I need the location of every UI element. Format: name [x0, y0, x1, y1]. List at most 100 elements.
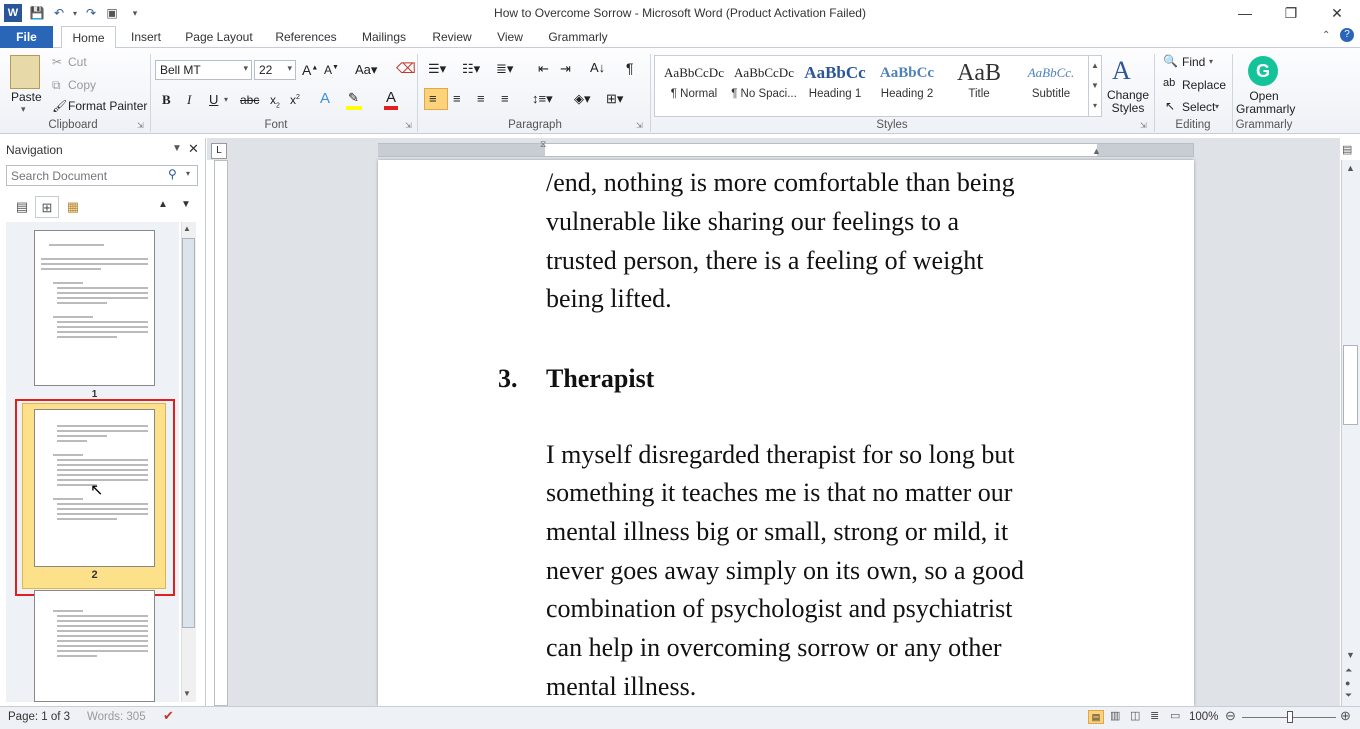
zoom-out-icon[interactable]: ⊖	[1225, 708, 1236, 724]
web-layout-icon[interactable]: ◫	[1130, 709, 1140, 722]
change-styles-icon[interactable]: A	[1112, 56, 1131, 86]
nav-options-dropdown-icon[interactable]: ▼	[172, 143, 182, 154]
italic-icon[interactable]: I	[187, 92, 191, 108]
align-right-icon[interactable]: ≡	[477, 91, 485, 106]
increase-indent-icon[interactable]: ⇥	[560, 61, 571, 77]
style-title[interactable]: AaB Title	[944, 58, 1014, 114]
find-button[interactable]: Find	[1182, 55, 1205, 69]
superscript-icon[interactable]: x2	[290, 93, 300, 107]
decrease-indent-icon[interactable]: ⇤	[538, 61, 549, 77]
font-name-combo[interactable]: Bell MT ▾	[155, 60, 252, 80]
clear-formatting-icon[interactable]: ⌫	[396, 60, 416, 77]
close-icon[interactable]: ✕	[1314, 0, 1360, 26]
right-indent-marker-icon[interactable]: ▲	[1092, 146, 1101, 156]
page-thumbnail[interactable]	[34, 590, 155, 702]
style-no-spacing[interactable]: AaBbCcDc ¶ No Spaci...	[728, 58, 800, 114]
clipboard-launcher-icon[interactable]: ⇲	[137, 121, 144, 130]
text-effects-icon[interactable]: A	[320, 90, 330, 107]
browse-results-icon[interactable]: ▦	[61, 196, 85, 218]
select-icon[interactable]: ↖	[1165, 99, 1175, 113]
font-size-combo[interactable]: 22 ▾	[254, 60, 296, 80]
word-count-status[interactable]: Words: 305	[87, 711, 146, 723]
format-painter-icon[interactable]: 🖌	[52, 99, 67, 113]
copy-icon[interactable]: ⧉	[52, 78, 61, 93]
font-color-icon[interactable]: A	[386, 89, 396, 106]
doc-scroll-thumb[interactable]	[1343, 345, 1358, 425]
subscript-icon[interactable]: x2	[270, 93, 280, 109]
numbering-icon[interactable]: ☷▾	[462, 61, 480, 77]
tab-grammarly[interactable]: Grammarly	[540, 26, 616, 48]
next-icon[interactable]: ▼	[181, 199, 191, 210]
shrink-font-icon[interactable]: A▼	[324, 63, 339, 77]
document-scrollbar[interactable]	[1341, 160, 1360, 706]
tab-file[interactable]: File	[0, 26, 53, 48]
search-dropdown-icon[interactable]: ▾	[186, 169, 190, 178]
help-icon[interactable]: ?	[1340, 28, 1354, 42]
show-formatting-icon[interactable]: ¶	[626, 60, 634, 76]
tab-insert[interactable]: Insert	[122, 26, 170, 48]
bullets-icon[interactable]: ☰▾	[428, 61, 446, 77]
outline-view-icon[interactable]: ≣	[1150, 709, 1159, 722]
find-dropdown-icon[interactable]: ▾	[1209, 57, 1213, 66]
restore-icon[interactable]: ❐	[1268, 0, 1314, 26]
zoom-level[interactable]: 100%	[1189, 711, 1218, 723]
full-screen-reading-icon[interactable]: ▥	[1110, 709, 1120, 722]
grammarly-icon[interactable]: G	[1248, 56, 1278, 86]
zoom-slider-thumb[interactable]	[1287, 711, 1293, 723]
previous-icon[interactable]: ▲	[158, 199, 168, 210]
tab-view[interactable]: View	[488, 26, 532, 48]
tab-review[interactable]: Review	[424, 26, 480, 48]
nav-scroll-down-icon[interactable]: ▼	[183, 689, 191, 698]
styles-launcher-icon[interactable]: ⇲	[1140, 121, 1147, 130]
zoom-in-icon[interactable]: ⊕	[1340, 708, 1351, 724]
find-icon[interactable]: 🔍	[1163, 54, 1178, 68]
nav-close-icon[interactable]: ✕	[188, 141, 199, 157]
browse-object-icon[interactable]: ●	[1345, 678, 1350, 688]
line-spacing-icon[interactable]: ↕≡▾	[532, 91, 553, 107]
align-left-icon[interactable]: ≡	[429, 91, 437, 106]
borders-icon[interactable]: ⊞▾	[606, 91, 623, 107]
open-grammarly-button[interactable]: Open Grammarly	[1236, 90, 1295, 116]
font-name-dropdown-icon[interactable]: ▾	[243, 63, 248, 74]
view-ruler-icon[interactable]: ▤	[1342, 143, 1358, 159]
style-normal[interactable]: AaBbCcDc ¶ Normal	[656, 58, 732, 114]
document-page[interactable]	[378, 160, 1194, 706]
vertical-ruler[interactable]	[214, 160, 228, 706]
indent-marker-icon[interactable]: ⧖	[540, 139, 546, 150]
doc-scroll-up-icon[interactable]: ▲	[1346, 163, 1355, 173]
change-styles-button[interactable]: Change Styles	[1106, 89, 1150, 115]
tab-page-layout[interactable]: Page Layout	[178, 26, 260, 48]
cut-button[interactable]: Cut	[68, 55, 87, 69]
minimize-ribbon-icon[interactable]: ⌃	[1322, 30, 1330, 41]
doc-scroll-down-icon[interactable]: ▼	[1346, 650, 1355, 660]
paste-button[interactable]: Paste	[11, 90, 42, 104]
next-page-icon[interactable]: ⏷	[1345, 690, 1352, 701]
page-thumbnail[interactable]	[34, 230, 155, 386]
styles-scroll-arrows[interactable]: ▲ ▼ ▾	[1088, 56, 1101, 116]
cut-icon[interactable]: ✂	[52, 55, 62, 69]
nav-scroll-thumb[interactable]	[182, 238, 195, 628]
tab-mailings[interactable]: Mailings	[352, 26, 416, 48]
justify-icon[interactable]: ≡	[501, 91, 509, 106]
change-case-icon[interactable]: Aa▾	[355, 62, 377, 78]
format-painter-button[interactable]: Format Painter	[68, 99, 147, 113]
minimize-icon[interactable]: —	[1222, 0, 1268, 26]
paste-icon[interactable]	[10, 55, 40, 89]
tab-references[interactable]: References	[268, 26, 344, 48]
style-heading-2[interactable]: AaBbCc Heading 2	[872, 58, 942, 114]
underline-icon[interactable]: U	[209, 92, 218, 107]
select-dropdown-icon[interactable]: ▾	[1215, 102, 1219, 111]
bold-icon[interactable]: B	[162, 92, 171, 108]
font-size-dropdown-icon[interactable]: ▾	[287, 63, 292, 74]
replace-button[interactable]: Replace	[1182, 78, 1226, 92]
style-heading-1[interactable]: AaBbCc Heading 1	[800, 58, 870, 114]
previous-page-icon[interactable]: ⏶	[1345, 665, 1352, 676]
paragraph-launcher-icon[interactable]: ⇲	[636, 121, 643, 130]
underline-dropdown-icon[interactable]: ▾	[224, 95, 228, 104]
sort-icon[interactable]: A↓	[590, 60, 605, 75]
nav-scroll-up-icon[interactable]: ▲	[183, 224, 191, 233]
style-subtitle[interactable]: AaBbCc. Subtitle	[1016, 58, 1086, 114]
paste-dropdown-icon[interactable]: ▾	[21, 104, 26, 115]
copy-button[interactable]: Copy	[68, 78, 96, 92]
tab-home[interactable]: Home	[61, 26, 116, 49]
